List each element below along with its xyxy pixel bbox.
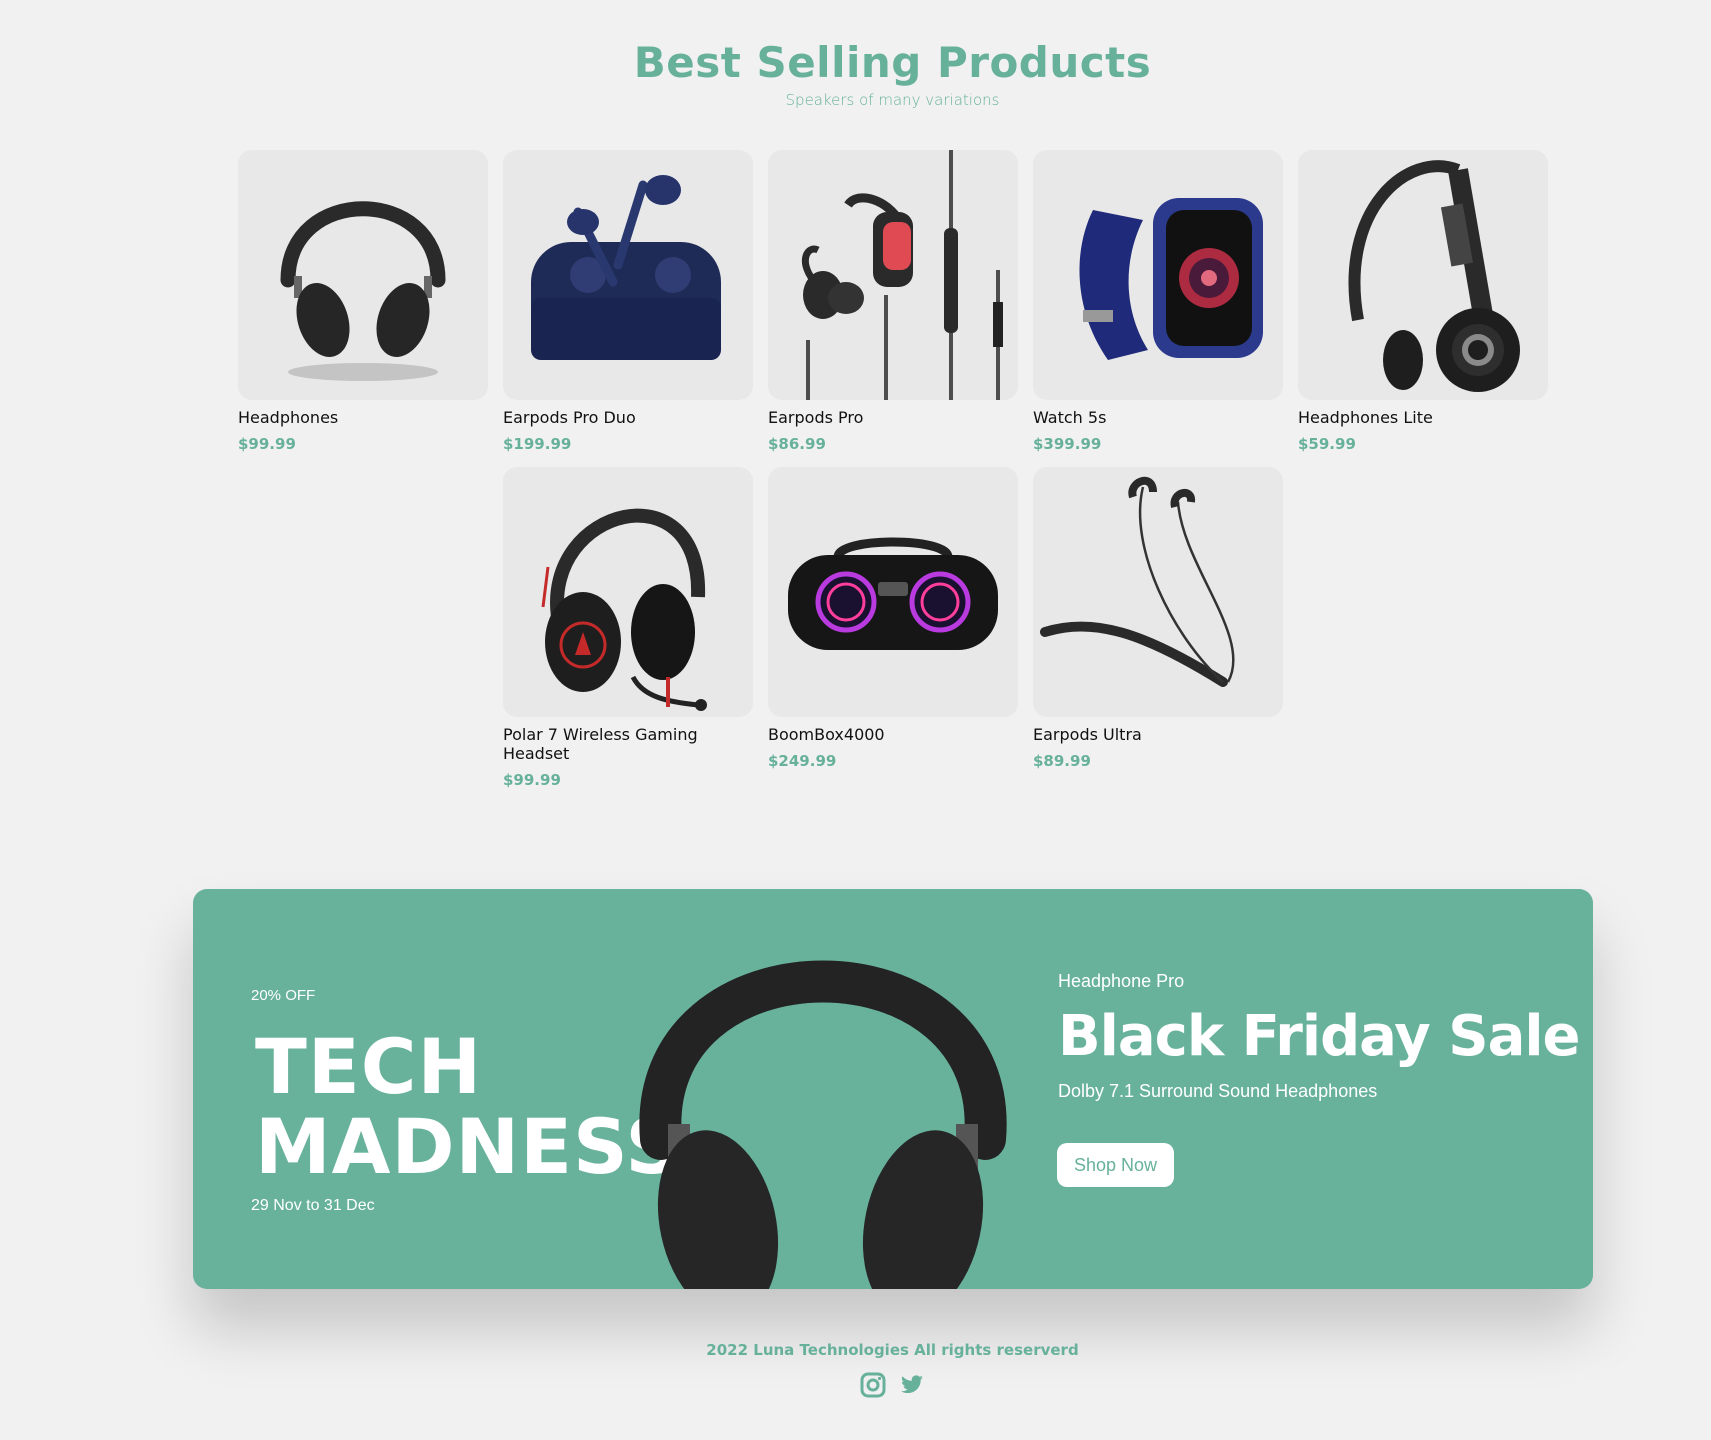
product-price: $86.99 [768, 435, 826, 453]
product-price: $99.99 [238, 435, 296, 453]
product-price: $59.99 [1298, 435, 1356, 453]
product-name: BoomBox4000 [768, 725, 885, 744]
product-price: $89.99 [1033, 752, 1091, 770]
product-card[interactable]: Earpods Ultra $89.99 [1033, 467, 1283, 770]
product-name: Earpods Ultra [1033, 725, 1142, 744]
earbuds-case-icon [531, 175, 721, 360]
headphones-banner-image [639, 960, 1007, 1289]
section-title: Best Selling Products [633, 38, 1152, 87]
promo-banner: 20% OFF TECH MADNESS 29 Nov to 31 Dec He… [193, 889, 1593, 1289]
product-name: Headphones [238, 408, 339, 427]
product-image[interactable] [1033, 467, 1283, 717]
product-image[interactable] [238, 150, 488, 400]
neckband-earphones-icon [1040, 476, 1235, 687]
wired-earphones-icon [801, 150, 1003, 400]
banner-discount: 20% OFF [251, 987, 316, 1004]
product-name: Polar 7 Wireless Gaming Headset [503, 725, 698, 763]
banner-title: TECH MADNESS [255, 1027, 681, 1187]
twitter-icon[interactable] [899, 1372, 925, 1398]
product-card[interactable]: Polar 7 Wireless Gaming Headset $99.99 [503, 467, 753, 789]
banner-description: Dolby 7.1 Surround Sound Headphones [1058, 1081, 1378, 1101]
headphones-icon [280, 201, 446, 381]
gaming-headset-icon [541, 508, 707, 711]
smartwatch-icon [1079, 198, 1263, 360]
product-name: Headphones Lite [1298, 408, 1433, 427]
shop-now-button[interactable]: Shop Now [1057, 1143, 1174, 1187]
product-image[interactable] [503, 150, 753, 400]
banner-title-line1: TECH [255, 1022, 483, 1111]
product-card[interactable]: Earpods Pro $86.99 [768, 150, 1018, 453]
product-image[interactable] [768, 467, 1018, 717]
product-price: $249.99 [768, 752, 837, 770]
banner-headline: Black Friday Sale [1058, 1004, 1581, 1069]
footer-copyright: 2022 Luna Technologies All rights reserv… [706, 1341, 1079, 1359]
product-image[interactable] [1298, 150, 1548, 400]
product-card[interactable]: Earpods Pro Duo $199.99 [503, 150, 753, 453]
product-price: $199.99 [503, 435, 572, 453]
product-price: $399.99 [1033, 435, 1102, 453]
product-name: Watch 5s [1033, 408, 1107, 427]
product-image[interactable] [1033, 150, 1283, 400]
banner-dates: 29 Nov to 31 Dec [251, 1197, 375, 1214]
product-image[interactable] [503, 467, 753, 717]
product-card[interactable]: Watch 5s $399.99 [1033, 150, 1283, 453]
product-name: Earpods Pro [768, 408, 864, 427]
product-card[interactable]: Headphones Lite $59.99 [1298, 150, 1548, 453]
banner-title-line2: MADNESS [255, 1102, 682, 1191]
product-card[interactable]: BoomBox4000 $249.99 [768, 467, 1018, 770]
headphones-icon [1348, 160, 1520, 392]
section-subtitle: Speakers of many variations [785, 91, 1000, 109]
product-card[interactable]: Headphones $99.99 [238, 150, 488, 453]
instagram-icon[interactable] [860, 1372, 886, 1398]
product-price: $99.99 [503, 771, 561, 789]
product-name: Earpods Pro Duo [503, 408, 636, 427]
banner-product-name: Headphone Pro [1058, 971, 1185, 991]
product-image[interactable] [768, 150, 1018, 400]
speaker-icon [788, 537, 998, 650]
